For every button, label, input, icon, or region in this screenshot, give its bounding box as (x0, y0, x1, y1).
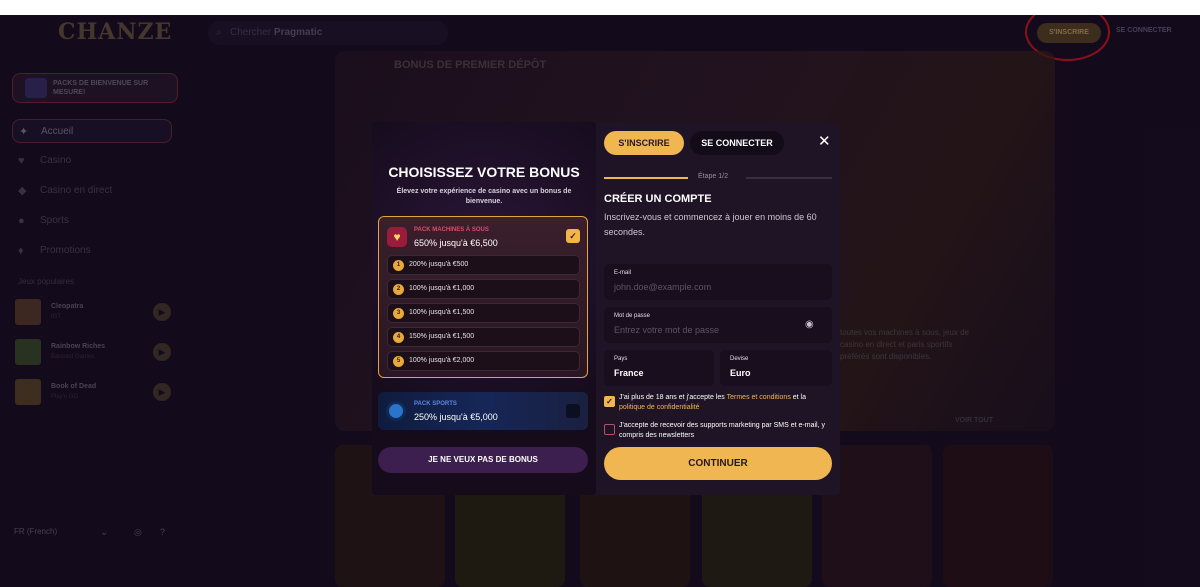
currency-value: Euro (730, 368, 751, 378)
terms-mid: et la (790, 394, 807, 401)
terms-link[interactable]: Termes et conditions (727, 394, 791, 401)
bonus-panel-title: CHOISISSEZ VOTRE BONUS (388, 164, 580, 180)
bonus-panel-subtitle: Élevez votre expérience de casino avec u… (396, 188, 572, 205)
country-label: Pays (614, 356, 628, 362)
continue-button[interactable]: CONTINUER (604, 447, 832, 480)
registration-panel: S'INSCRIRE SE CONNECTER ✕ Étape 1/2 CRÉE… (596, 122, 840, 495)
close-icon[interactable]: ✕ (818, 132, 831, 152)
terms-prefix: J'ai plus de 18 ans et j'accepte les (619, 394, 727, 401)
no-bonus-button[interactable]: JE NE VEUX PAS DE BONUS (378, 447, 588, 473)
marketing-text: J'accepte de recevoir des supports marke… (619, 422, 825, 439)
terms-checkbox[interactable]: ✓ (604, 396, 615, 407)
bonus-tier: 2 100% jusqu'à €1,000 (387, 279, 580, 299)
currency-select[interactable]: Devise Euro (720, 350, 832, 386)
slots-pack-card[interactable]: ♥ PACK MACHINES À SOUS 650% jusqu'à €6,5… (378, 216, 588, 378)
tier-label: 100% jusqu'à €1,000 (409, 285, 475, 292)
bonus-selection-panel: CHOISISSEZ VOTRE BONUS Élevez votre expé… (372, 122, 596, 495)
tier-label: 200% jusqu'à €500 (409, 261, 469, 268)
password-placeholder: Entrez votre mot de passe (614, 325, 720, 335)
create-account-title: CRÉER UN COMPTE (604, 193, 712, 205)
email-field[interactable]: E-mail john.doe@example.com (604, 264, 832, 300)
tier-number: 3 (393, 308, 404, 319)
sports-ball-icon (386, 401, 406, 421)
tier-number: 5 (393, 356, 404, 367)
tab-register[interactable]: S'INSCRIRE (604, 131, 684, 155)
step-indicator: Étape 1/2 (698, 173, 728, 180)
tier-label: 150% jusqu'à €1,500 (409, 333, 475, 340)
tier-label: 100% jusqu'à €2,000 (409, 357, 475, 364)
step-progress-inactive (746, 177, 832, 179)
marketing-checkbox[interactable] (604, 424, 615, 435)
heart-icon: ♥ (387, 227, 407, 247)
bonus-tier: 3 100% jusqu'à €1,500 (387, 303, 580, 323)
slots-pack-checkbox[interactable]: ✓ (566, 229, 580, 243)
bonus-tier: 1 200% jusqu'à €500 (387, 255, 580, 275)
sports-pack-name: PACK SPORTS (414, 401, 457, 407)
slots-pack-name: PACK MACHINES À SOUS (414, 227, 489, 233)
country-select[interactable]: Pays France (604, 350, 714, 386)
country-value: France (614, 368, 644, 378)
tier-number: 4 (393, 332, 404, 343)
terms-text: J'ai plus de 18 ans et j'accepte les Ter… (619, 393, 829, 413)
step-progress-active (604, 177, 688, 179)
tab-login[interactable]: SE CONNECTER (690, 131, 784, 155)
casino-page: CHANZE ⌕ Chercher Pragmatic S'INSCRIRE S… (0, 15, 1200, 587)
bonus-tier: 5 100% jusqu'à €2,000 (387, 351, 580, 371)
sports-pack-card[interactable]: PACK SPORTS 250% jusqu'à €5,000 (378, 392, 588, 430)
email-label: E-mail (614, 270, 632, 276)
email-placeholder: john.doe@example.com (614, 282, 712, 292)
currency-label: Devise (730, 356, 749, 362)
password-field[interactable]: Mot de passe Entrez votre mot de passe ◉ (604, 307, 832, 343)
tier-label: 100% jusqu'à €1,500 (409, 309, 475, 316)
sports-pack-amount: 250% jusqu'à €5,000 (414, 412, 498, 422)
eye-icon[interactable]: ◉ (805, 319, 814, 330)
tier-number: 2 (393, 284, 404, 295)
bonus-tier: 4 150% jusqu'à €1,500 (387, 327, 580, 347)
sports-pack-checkbox[interactable] (566, 404, 580, 418)
tier-number: 1 (393, 260, 404, 271)
slots-pack-amount: 650% jusqu'à €6,500 (414, 238, 498, 248)
create-account-subtitle: Inscrivez-vous et commencez à jouer en m… (604, 212, 817, 237)
privacy-link[interactable]: politique de confidentialité (619, 404, 700, 411)
password-label: Mot de passe (614, 313, 651, 319)
